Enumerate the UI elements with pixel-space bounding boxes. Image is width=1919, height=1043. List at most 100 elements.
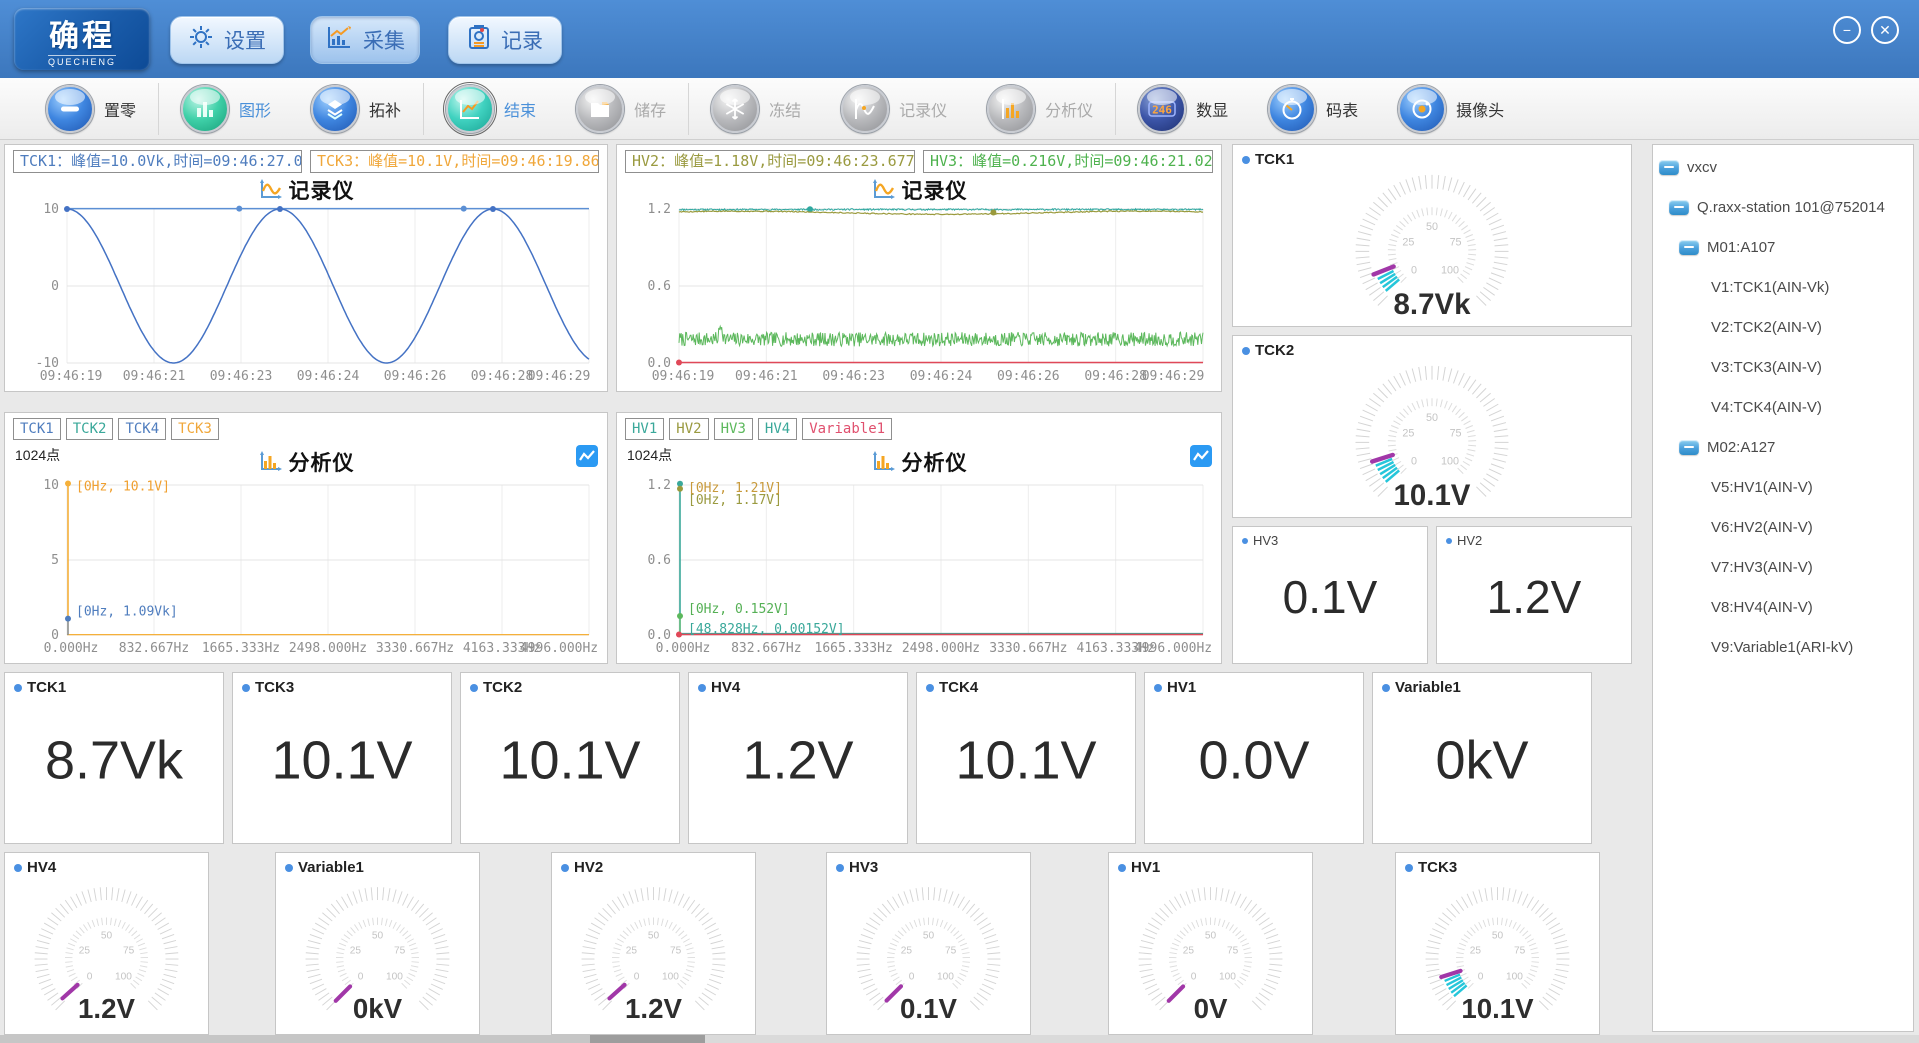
gauge-label-text: TCK2 bbox=[1255, 342, 1294, 359]
x-tick-label: 832.667Hz bbox=[731, 641, 801, 656]
channel-dot-icon bbox=[1242, 156, 1250, 164]
y-tick-label: 1.2 bbox=[648, 478, 671, 493]
gauge-label-text: Variable1 bbox=[298, 859, 364, 876]
numeric-label-text: TCK1 bbox=[27, 679, 66, 696]
toolbar-item-label: 结束 bbox=[504, 97, 536, 121]
tree-item-M01:A107[interactable]: M01:A107 bbox=[1653, 229, 1913, 265]
title-bar: 确程 QUECHENG 设置 采集 记录 − ✕ bbox=[0, 0, 1919, 78]
toolbar-divider bbox=[688, 83, 689, 135]
svg-text:75: 75 bbox=[1227, 946, 1239, 957]
channel-dot-icon bbox=[285, 864, 293, 872]
tree-item-V3:TCK3(AIN-V)[interactable]: V3:TCK3(AIN-V) bbox=[1653, 349, 1913, 385]
settings-button[interactable]: 设置 bbox=[170, 16, 284, 64]
svg-text:0: 0 bbox=[634, 972, 640, 983]
svg-text:75: 75 bbox=[1450, 428, 1462, 440]
tree-item-V9:Variable1(ARI-kV)[interactable]: V9:Variable1(ARI-kV) bbox=[1653, 629, 1913, 665]
tree-item-V5:HV1(AIN-V)[interactable]: V5:HV1(AIN-V) bbox=[1653, 469, 1913, 505]
recorder1-panel: TCK1：峰值=10.0Vk,时间=09:46:27.045TCK3：峰值=10… bbox=[4, 144, 608, 392]
tree-expand-icon[interactable] bbox=[1659, 160, 1679, 175]
logo-title: 确程 bbox=[49, 11, 115, 55]
record-button[interactable]: 记录 bbox=[448, 16, 562, 64]
svg-text:75: 75 bbox=[123, 946, 135, 957]
peak-info-box: TCK1：峰值=10.0Vk,时间=09:46:27.045 bbox=[13, 150, 302, 173]
numeric-label: TCK1 bbox=[14, 679, 66, 696]
chart-area: 09:46:1909:46:2109:46:2309:46:2409:46:26… bbox=[619, 173, 1219, 389]
gear-icon bbox=[188, 24, 214, 56]
finish-icon bbox=[446, 85, 494, 133]
svg-text:25: 25 bbox=[1470, 946, 1482, 957]
tree-expand-icon[interactable] bbox=[1669, 200, 1689, 215]
close-button[interactable]: ✕ bbox=[1871, 16, 1899, 44]
toolbar-item-记录仪: 记录仪 bbox=[821, 78, 967, 139]
x-tick-label: 09:46:28 bbox=[1084, 369, 1147, 384]
x-tick-label: 2498.000Hz bbox=[289, 641, 367, 656]
toolbar-item-置零[interactable]: 置零 bbox=[26, 78, 156, 139]
numeric-label: TCK3 bbox=[242, 679, 294, 696]
channel-tab-TCK4[interactable]: TCK4 bbox=[118, 418, 166, 440]
gauge-label-text: TCK1 bbox=[1255, 151, 1294, 168]
tree-item-V7:HV3(AIN-V)[interactable]: V7:HV3(AIN-V) bbox=[1653, 549, 1913, 585]
svg-text:50: 50 bbox=[372, 931, 384, 942]
chart-annotation: [0Hz, 1.17V] bbox=[688, 493, 782, 508]
channel-tab-HV1[interactable]: HV1 bbox=[625, 418, 664, 440]
tree-item-vxcv[interactable]: vxcv bbox=[1653, 149, 1913, 185]
svg-text:0: 0 bbox=[1478, 972, 1484, 983]
toolbar-item-冻结: 冻结 bbox=[691, 78, 821, 139]
svg-text:1.2V: 1.2V bbox=[78, 993, 135, 1024]
toolbar-item-储存: 储存 bbox=[556, 78, 686, 139]
scrollbar-track-segment bbox=[0, 1035, 590, 1043]
svg-text:75: 75 bbox=[394, 946, 406, 957]
toolbar-item-label: 拓补 bbox=[369, 97, 401, 121]
x-tick-label: 09:46:23 bbox=[210, 369, 273, 384]
toolbar-item-结束[interactable]: 结束 bbox=[426, 78, 556, 139]
numeric-label: HV4 bbox=[698, 679, 740, 696]
toolbar-item-码表[interactable]: 码表 bbox=[1248, 78, 1378, 139]
scrollbar-thumb[interactable] bbox=[590, 1035, 705, 1043]
channel-tab-Variable1[interactable]: Variable1 bbox=[802, 418, 892, 440]
tree-item-V8:HV4(AIN-V)[interactable]: V8:HV4(AIN-V) bbox=[1653, 589, 1913, 625]
tree-expand-icon[interactable] bbox=[1679, 440, 1699, 455]
tree-item-V4:TCK4(AIN-V)[interactable]: V4:TCK4(AIN-V) bbox=[1653, 389, 1913, 425]
toolbar-item-摄像头[interactable]: 摄像头 bbox=[1378, 78, 1524, 139]
clipboard-icon bbox=[467, 24, 491, 56]
channel-tab-HV4[interactable]: HV4 bbox=[758, 418, 797, 440]
tree-expand-icon[interactable] bbox=[1679, 240, 1699, 255]
tree-item-label: vxcv bbox=[1687, 159, 1717, 176]
gauge-dial: 02550751000.1V bbox=[827, 875, 1030, 1032]
numeric-panel-TCK2: TCK210.1V bbox=[460, 672, 680, 844]
toolbar-item-label: 记录仪 bbox=[899, 97, 947, 121]
x-tick-label: 0.000Hz bbox=[656, 641, 711, 656]
toolbar-item-图形[interactable]: 图形 bbox=[161, 78, 291, 139]
numeric-label: HV2 bbox=[1446, 533, 1482, 548]
svg-text:25: 25 bbox=[1402, 237, 1414, 249]
tree-item-label: V9:Variable1(ARI-kV) bbox=[1711, 639, 1853, 656]
x-tick-label: 09:46:23 bbox=[822, 369, 885, 384]
channel-tab-TCK1[interactable]: TCK1 bbox=[13, 418, 61, 440]
toolbar-item-拓补[interactable]: 拓补 bbox=[291, 78, 421, 139]
toolbar-divider bbox=[158, 83, 159, 135]
channel-tab-TCK2[interactable]: TCK2 bbox=[66, 418, 114, 440]
numeric-label: HV1 bbox=[1154, 679, 1196, 696]
tree-item-V2:TCK2(AIN-V)[interactable]: V2:TCK2(AIN-V) bbox=[1653, 309, 1913, 345]
tree-item-V1:TCK1(AIN-Vk)[interactable]: V1:TCK1(AIN-Vk) bbox=[1653, 269, 1913, 305]
minimize-button[interactable]: − bbox=[1833, 16, 1861, 44]
numeric-label-text: Variable1 bbox=[1395, 679, 1461, 696]
y-tick-label: 0.0 bbox=[648, 628, 671, 643]
toolbar-item-数显[interactable]: 246数显 bbox=[1118, 78, 1248, 139]
channel-tab-TCK3[interactable]: TCK3 bbox=[171, 418, 219, 440]
app-logo: 确程 QUECHENG bbox=[14, 8, 150, 70]
tree-item-V6:HV2(AIN-V)[interactable]: V6:HV2(AIN-V) bbox=[1653, 509, 1913, 545]
svg-text:50: 50 bbox=[923, 931, 935, 942]
svg-text:75: 75 bbox=[1450, 237, 1462, 249]
capture-button[interactable]: 采集 bbox=[310, 16, 420, 64]
channel-dot-icon bbox=[1118, 864, 1126, 872]
horizontal-scrollbar[interactable] bbox=[0, 1035, 1919, 1043]
channel-tab-HV3[interactable]: HV3 bbox=[714, 418, 753, 440]
tree-item-label: Q.raxx-station 101@752014 bbox=[1697, 199, 1885, 216]
y-tick-label: 0.0 bbox=[648, 356, 671, 371]
tree-item-Q.raxx-station 101@752014[interactable]: Q.raxx-station 101@752014 bbox=[1653, 189, 1913, 225]
tree-item-M02:A127[interactable]: M02:A127 bbox=[1653, 429, 1913, 465]
channel-tab-HV2[interactable]: HV2 bbox=[669, 418, 708, 440]
toolbar-divider bbox=[423, 83, 424, 135]
x-tick-label: 2498.000Hz bbox=[902, 641, 980, 656]
